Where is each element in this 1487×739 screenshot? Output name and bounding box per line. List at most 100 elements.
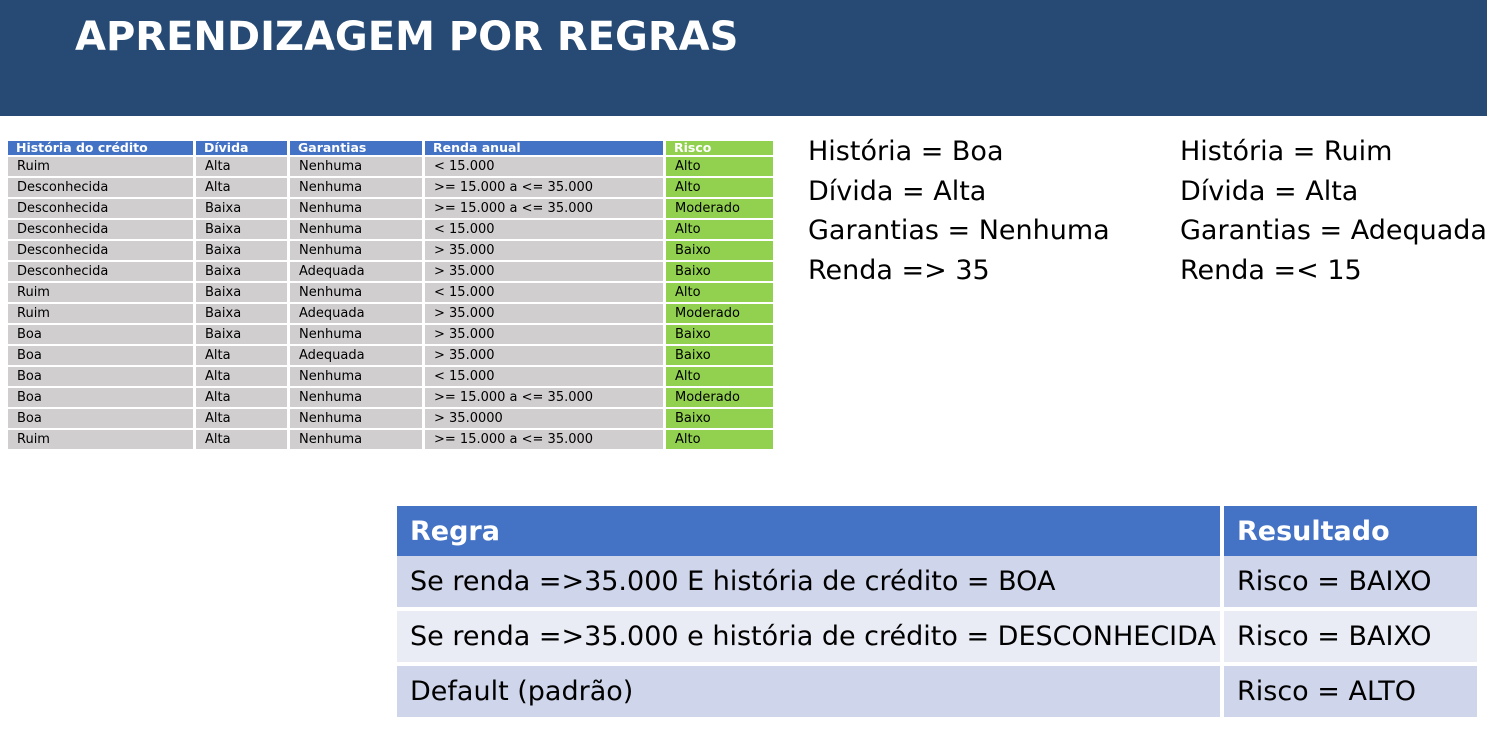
cell-collateral: Nenhuma [290,388,422,407]
table-row: Boa Alta Nenhuma >= 15.000 a <= 35.000 Moder… [8,388,773,407]
table-row: Ruim Baixa Nenhuma < 15.000 Alto [8,283,773,302]
cell-collateral: Nenhuma [290,220,422,239]
case-a-line: Renda => 35 [808,254,990,286]
cell-risk: Baixo [666,241,773,260]
header-debt: Dívida [196,141,287,155]
table-row: Ruim Alta Nenhuma < 15.000 Alto [8,157,773,176]
rules-header-row: Regra Resultado [397,506,1477,556]
table-row: Desconhecida Baixa Adequada > 35.000 Baixo [8,262,773,281]
cell-debt: Baixa [196,283,287,302]
cell-credit-history: Ruim [8,304,193,323]
case-b-line: Garantias = Adequada [1180,215,1487,246]
cell-debt: Baixa [196,262,287,281]
cell-debt: Baixa [196,325,287,344]
header-collateral: Garantias [290,141,422,155]
cell-credit-history: Ruim [8,430,193,449]
cell-risk: Alto [666,430,773,449]
cell-credit-history: Desconhecida [8,220,193,239]
page-title: APRENDIZAGEM POR REGRAS [75,14,739,60]
cell-credit-history: Boa [8,346,193,365]
cell-annual-income: > 35.000 [425,262,663,281]
cell-credit-history: Desconhecida [8,241,193,260]
cell-risk: Baixo [666,409,773,428]
cell-collateral: Adequada [290,346,422,365]
cell-credit-history: Boa [8,325,193,344]
cell-debt: Alta [196,388,287,407]
cell-annual-income: >= 15.000 a <= 35.000 [425,430,663,449]
cell-credit-history: Boa [8,367,193,386]
table-row: Desconhecida Baixa Nenhuma < 15.000 Alto [8,220,773,239]
cell-credit-history: Ruim [8,157,193,176]
cell-collateral: Nenhuma [290,241,422,260]
header-credit-history: História do crédito [8,141,193,155]
rule-row: Default (padrão) Risco = ALTO [397,662,1477,717]
case-b-line: História = Ruim [1180,136,1393,167]
cell-risk: Alto [666,220,773,239]
cell-collateral: Nenhuma [290,409,422,428]
table-row: Ruim Alta Nenhuma >= 15.000 a <= 35.000 Alto [8,430,773,449]
case-example-a: História = Boa Dívida = Alta Garantias =… [808,132,1110,290]
table-row: Boa Baixa Nenhuma > 35.000 Baixo [8,325,773,344]
rule-result: Risco = BAIXO [1220,556,1477,607]
case-a-line: Dívida = Alta [808,175,987,207]
case-b-line: Renda =< 15 [1180,254,1362,286]
table-row: Desconhecida Baixa Nenhuma > 35.000 Baixo [8,241,773,260]
cell-annual-income: >= 15.000 a <= 35.000 [425,388,663,407]
case-b-line: Dívida = Alta [1180,175,1359,207]
cell-risk: Alto [666,178,773,197]
cell-debt: Alta [196,178,287,197]
cell-risk: Baixo [666,325,773,344]
cell-annual-income: < 15.000 [425,220,663,239]
cell-debt: Alta [196,346,287,365]
cell-debt: Baixa [196,199,287,218]
cell-collateral: Nenhuma [290,157,422,176]
cell-risk: Moderado [666,199,773,218]
cell-annual-income: > 35.000 [425,325,663,344]
cell-annual-income: > 35.000 [425,346,663,365]
cell-collateral: Nenhuma [290,367,422,386]
table-row: Desconhecida Baixa Nenhuma >= 15.000 a <= 3… [8,199,773,218]
cell-credit-history: Boa [8,388,193,407]
cell-risk: Alto [666,157,773,176]
credit-data-table: História do crédito Dívida Garantias Ren… [5,139,776,451]
cell-collateral: Adequada [290,304,422,323]
cell-annual-income: < 15.000 [425,367,663,386]
header-result: Resultado [1220,506,1477,556]
cell-debt: Alta [196,409,287,428]
cell-annual-income: > 35.0000 [425,409,663,428]
cell-risk: Baixo [666,346,773,365]
cell-collateral: Nenhuma [290,178,422,197]
cell-risk: Alto [666,283,773,302]
rule-row: Se renda =>35.000 E história de crédito … [397,556,1477,607]
cell-annual-income: > 35.000 [425,304,663,323]
cell-debt: Baixa [196,220,287,239]
header-rule: Regra [397,506,1220,556]
cell-collateral: Nenhuma [290,325,422,344]
table-row: Ruim Baixa Adequada > 35.000 Moderado [8,304,773,323]
cell-risk: Moderado [666,304,773,323]
case-a-line: História = Boa [808,136,1004,167]
header-annual-income: Renda anual [425,141,663,155]
cell-collateral: Nenhuma [290,283,422,302]
case-a-line: Garantias = Nenhuma [808,215,1110,246]
cell-annual-income: < 15.000 [425,283,663,302]
cell-debt: Alta [196,367,287,386]
cell-debt: Alta [196,157,287,176]
cell-collateral: Adequada [290,262,422,281]
cell-risk: Alto [666,367,773,386]
rules-table: Regra Resultado Se renda =>35.000 E hist… [397,506,1477,717]
cell-credit-history: Desconhecida [8,262,193,281]
rule-result: Risco = ALTO [1220,662,1477,717]
rule-text: Default (padrão) [397,662,1220,717]
table-row: Boa Alta Adequada > 35.000 Baixo [8,346,773,365]
cell-risk: Baixo [666,262,773,281]
rule-result: Risco = BAIXO [1220,607,1477,662]
cell-credit-history: Boa [8,409,193,428]
cell-credit-history: Ruim [8,283,193,302]
cell-annual-income: > 35.000 [425,241,663,260]
header-risk: Risco [666,141,773,155]
case-example-b: História = Ruim Dívida = Alta Garantias … [1180,132,1487,290]
cell-annual-income: >= 15.000 a <= 35.000 [425,199,663,218]
rule-text: Se renda =>35.000 E história de crédito … [397,556,1220,607]
cell-annual-income: >= 15.000 a <= 35.000 [425,178,663,197]
